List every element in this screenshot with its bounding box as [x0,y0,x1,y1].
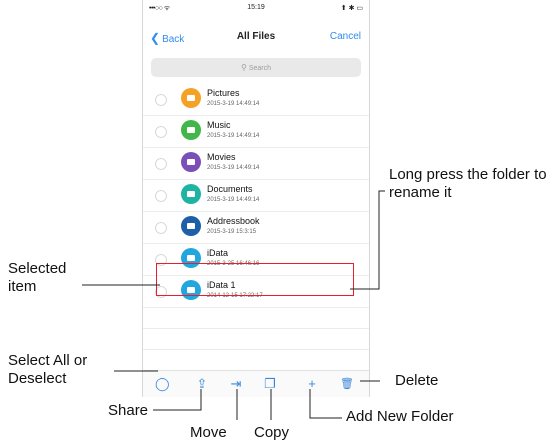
copy-icon[interactable]: ❐ [263,377,277,391]
select-radio[interactable] [155,158,167,170]
select-radio[interactable] [155,190,167,202]
callout-selected-item: Selected item [8,260,67,295]
callout-share: Share [108,402,149,419]
add-folder-icon[interactable]: + [305,377,319,391]
callout-delete: Delete [395,372,439,389]
selection-highlight [156,263,354,296]
folder-icon [181,88,201,108]
file-name: iData [207,248,229,258]
empty-row [143,350,369,371]
select-radio[interactable] [155,94,167,106]
folder-icon [181,216,201,236]
share-icon[interactable]: ⇪ [195,377,209,391]
file-date: 2015-3-19 14:49:14 [207,133,260,139]
trash-icon[interactable]: 🗑 [340,377,354,391]
file-row[interactable]: Addressbook 2015-3-19 15:3:15 [143,212,369,244]
clock: 15:19 [247,4,265,11]
file-name: Music [207,120,231,130]
cancel-button[interactable]: Cancel [330,31,361,42]
select-radio[interactable] [155,222,167,234]
callout-move: Move [190,424,227,441]
file-date: 2015-3-19 14:49:14 [207,101,260,107]
callout-add-folder: Add New Folder [346,408,454,425]
bottom-toolbar: ◯ ⇪ ⇥ ❐ + 🗑 [143,370,369,397]
navigation-bar: ❮ Back All Files Cancel [143,16,369,56]
status-bar: •••○○ ᯤ 15:19 ⬆ ✱ ▭ [143,0,369,16]
callout-copy: Copy [254,424,290,441]
file-name: Movies [207,152,236,162]
select-all-icon[interactable]: ◯ [155,377,170,391]
file-date: 2015-3-19 14:49:14 [207,197,260,203]
callout-select-all: Select All or Deselect [8,352,88,387]
search-input[interactable]: ⚲ Search [151,58,361,77]
move-icon[interactable]: ⇥ [229,377,243,391]
empty-row [143,308,369,329]
search-icon: ⚲ [240,63,247,72]
file-name: Documents [207,184,253,194]
folder-icon [181,120,201,140]
file-date: 2015-3-19 14:49:14 [207,165,260,171]
file-row[interactable]: Music 2015-3-19 14:49:14 [143,116,369,148]
select-radio[interactable] [155,126,167,138]
file-row[interactable]: Pictures 2015-3-19 14:49:14 [143,84,369,116]
search-placeholder: Search [248,65,272,72]
file-list: Pictures 2015-3-19 14:49:14 Music 2015-3… [143,84,369,371]
folder-icon [181,184,201,204]
empty-row [143,329,369,350]
file-name: Addressbook [207,216,260,226]
file-row[interactable]: Documents 2015-3-19 14:49:14 [143,180,369,212]
callout-long-press: Long press the folder to rename it [389,166,547,201]
phone-screen: •••○○ ᯤ 15:19 ⬆ ✱ ▭ ❮ Back All Files Canc… [142,0,370,397]
battery-icon: ⬆ ✱ ▭ [340,5,363,12]
folder-icon [181,152,201,172]
file-row[interactable]: Movies 2015-3-19 14:49:14 [143,148,369,180]
file-date: 2015-3-19 15:3:15 [207,229,257,235]
file-name: Pictures [207,88,240,98]
